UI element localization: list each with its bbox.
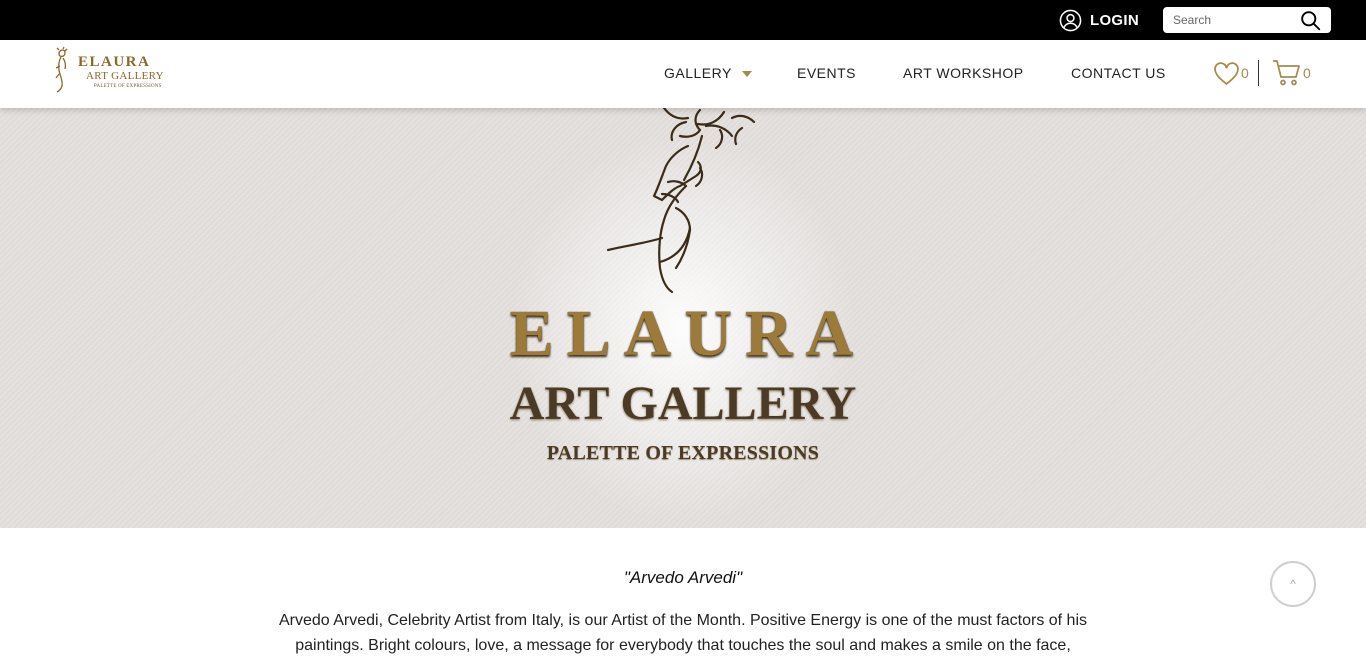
wishlist-count: 0 [1241, 65, 1249, 81]
login-link[interactable]: LOGIN [1059, 8, 1139, 32]
logo-tagline: PALETTE OF EXPRESSIONS [94, 84, 162, 89]
nav-divider [1258, 60, 1259, 86]
hero-subtitle: ART GALLERY [509, 377, 857, 430]
cart-icon [1273, 60, 1300, 86]
search-input[interactable] [1173, 13, 1301, 27]
nav-contact-us[interactable]: CONTACT US [1071, 40, 1166, 108]
hero-tagline: PALETTE OF EXPRESSIONS [546, 442, 820, 464]
artist-description: Arvedo Arvedi, Celebrity Artist from Ita… [278, 612, 1088, 654]
logo-name: ELAURA [78, 54, 151, 70]
nav-gallery[interactable]: GALLERY [664, 40, 752, 108]
user-circle-icon [1059, 9, 1082, 31]
search-box [1163, 7, 1331, 33]
nav-events[interactable]: EVENTS [797, 40, 856, 108]
nav-art-workshop[interactable]: ART WORKSHOP [903, 40, 1024, 108]
artist-name: "Arvedo Arvedi" [623, 568, 743, 587]
scroll-to-top-button[interactable]: ^ [1270, 561, 1316, 607]
wishlist-button[interactable]: 0 [1213, 58, 1249, 88]
heart-icon [1214, 61, 1239, 85]
cart-button[interactable]: 0 [1272, 58, 1311, 88]
chevron-up-icon: ^ [1290, 577, 1296, 591]
logo-subtitle: ART GALLERY [86, 70, 164, 82]
main-navbar: ELAURA ART GALLERY PALETTE OF EXPRESSION… [0, 40, 1366, 108]
top-bar: LOGIN [0, 0, 1366, 40]
login-label: LOGIN [1090, 11, 1139, 29]
site-logo[interactable]: ELAURA ART GALLERY PALETTE OF EXPRESSION… [48, 46, 166, 96]
search-icon[interactable] [1300, 10, 1321, 31]
hero-banner: ELAURA ART GALLERY PALETTE OF EXPRESSION… [0, 108, 1366, 528]
chevron-down-icon [741, 71, 752, 78]
hero-title: ELAURA [509, 297, 867, 370]
nav-gallery-label: GALLERY [664, 65, 732, 81]
logo-figure-icon [55, 46, 68, 93]
cart-count: 0 [1303, 65, 1311, 81]
